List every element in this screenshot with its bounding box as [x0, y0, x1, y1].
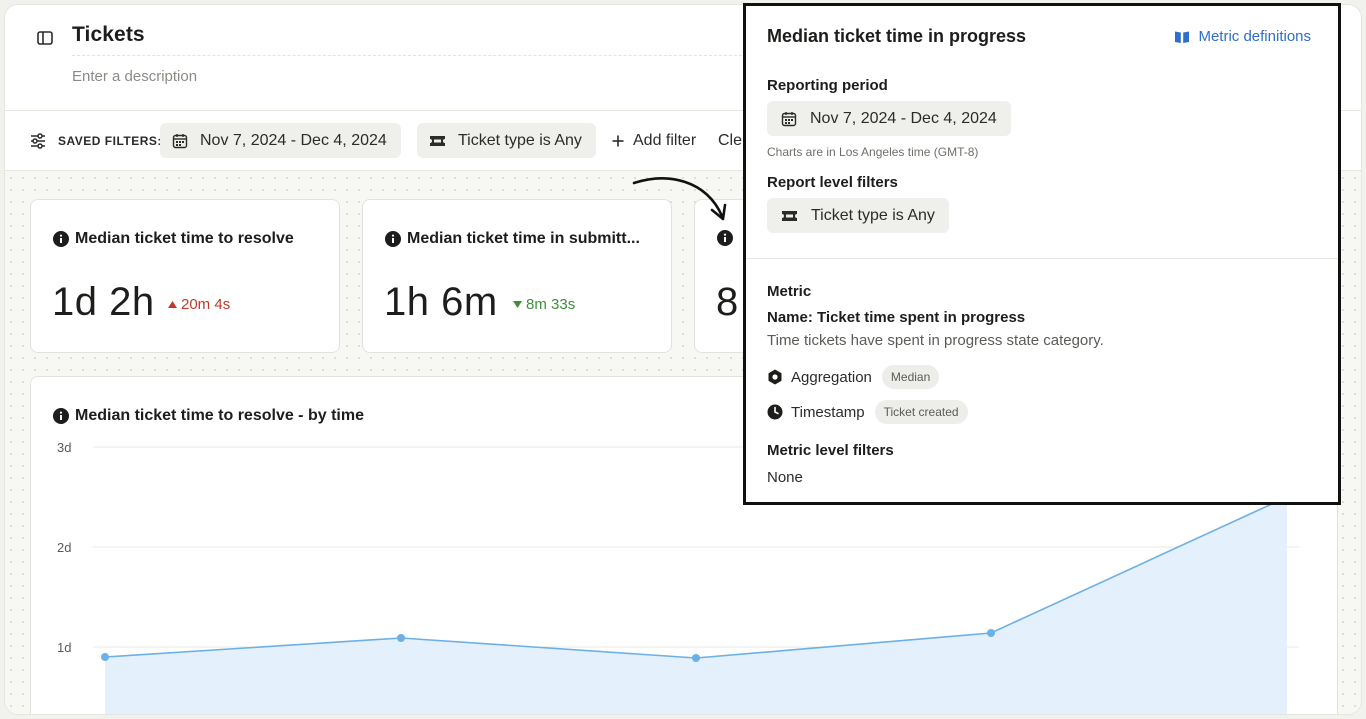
y-tick-label: 2d	[57, 540, 71, 555]
aggregation-label: Aggregation	[791, 368, 872, 386]
description-field[interactable]: Enter a description	[72, 55, 752, 89]
add-filter-button[interactable]: Add filter	[612, 123, 696, 158]
metric-card-title	[717, 230, 739, 246]
popover-title: Median ticket time in progress	[767, 26, 1027, 46]
ticket-icon	[430, 135, 445, 146]
data-point[interactable]	[987, 629, 995, 637]
calendar-icon	[172, 133, 188, 148]
reporting-period-value: Nov 7, 2024 - Dec 4, 2024	[810, 109, 997, 127]
metric-name: Name: Ticket time spent in progress	[767, 309, 1026, 326]
clock-icon	[767, 404, 783, 420]
info-icon[interactable]	[717, 230, 733, 246]
timestamp-label: Timestamp	[791, 403, 865, 421]
saved-filters-label: SAVED FILTERS:	[58, 134, 162, 148]
data-point[interactable]	[692, 654, 700, 662]
date-range-label: Nov 7, 2024 - Dec 4, 2024	[200, 131, 387, 149]
metric-card-value: 1d 2h	[52, 280, 155, 324]
metric-delta: 20m 4s	[168, 296, 230, 313]
ticket-icon	[782, 210, 797, 221]
sliders-icon[interactable]	[29, 132, 47, 150]
metric-card[interactable]: Median ticket time to resolve 1d 2h 20m …	[30, 199, 340, 353]
metric-heading: Metric	[767, 283, 812, 300]
reporting-period-heading: Reporting period	[767, 77, 888, 94]
series-area	[105, 497, 1287, 714]
metric-card-title-text: Median ticket time in submitt...	[407, 230, 640, 247]
metric-card[interactable]: Median ticket time in submitt... 1h 6m 8…	[362, 199, 672, 353]
metric-card-title-text: Median ticket time to resolve	[75, 230, 294, 247]
sidebar-toggle-icon[interactable]	[36, 29, 54, 47]
reporting-period-chip[interactable]: Nov 7, 2024 - Dec 4, 2024	[767, 101, 1011, 136]
metric-card-value: 8	[716, 280, 739, 324]
metric-definitions-label: Metric definitions	[1198, 28, 1311, 45]
y-tick-label: 3d	[57, 440, 71, 455]
page-title[interactable]: Tickets	[72, 23, 145, 47]
aggregation-row: Aggregation Median	[767, 365, 940, 389]
timezone-note: Charts are in Los Angeles time (GMT-8)	[767, 145, 979, 159]
calendar-icon	[781, 111, 797, 126]
metric-card-value: 1h 6m	[384, 280, 498, 324]
timestamp-badge: Ticket created	[874, 400, 968, 424]
metric-delta-text: 20m 4s	[181, 296, 231, 313]
book-icon	[1175, 31, 1190, 43]
metric-card-title: Median ticket time in submitt...	[385, 230, 640, 248]
y-tick-label: 1d	[57, 640, 71, 655]
metric-details-popover: Median ticket time in progress Metric de…	[743, 3, 1341, 505]
report-filter-value: Ticket type is Any	[811, 206, 935, 224]
ticket-type-label: Ticket type is Any	[458, 131, 582, 149]
add-filter-label: Add filter	[633, 131, 697, 149]
timestamp-row: Timestamp Ticket created	[767, 400, 968, 424]
metric-filters-heading: Metric level filters	[767, 442, 894, 459]
data-point[interactable]	[101, 653, 109, 661]
data-point[interactable]	[397, 634, 405, 642]
clear-filters-button[interactable]: Cle	[718, 123, 742, 158]
date-range-filter[interactable]: Nov 7, 2024 - Dec 4, 2024	[160, 123, 401, 158]
metric-filters-value: None	[767, 469, 803, 486]
popover-divider	[746, 258, 1338, 259]
metric-definitions-link[interactable]: Metric definitions	[1174, 28, 1311, 45]
triangle-down-icon	[513, 301, 522, 308]
triangle-up-icon	[168, 301, 177, 308]
metric-delta: 8m 33s	[513, 296, 575, 313]
hexagon-icon	[768, 369, 782, 385]
metric-description: Time tickets have spent in progress stat…	[767, 332, 1104, 349]
ticket-type-filter[interactable]: Ticket type is Any	[417, 123, 596, 158]
info-icon[interactable]	[385, 231, 401, 247]
metric-card-title: Median ticket time to resolve	[53, 230, 294, 248]
aggregation-badge: Median	[881, 365, 940, 389]
report-filter-chip[interactable]: Ticket type is Any	[767, 198, 949, 233]
annotation-arrow	[632, 177, 727, 221]
info-icon[interactable]	[53, 231, 69, 247]
metric-delta-text: 8m 33s	[526, 296, 576, 313]
report-filters-heading: Report level filters	[767, 174, 898, 191]
plus-icon	[612, 135, 624, 146]
